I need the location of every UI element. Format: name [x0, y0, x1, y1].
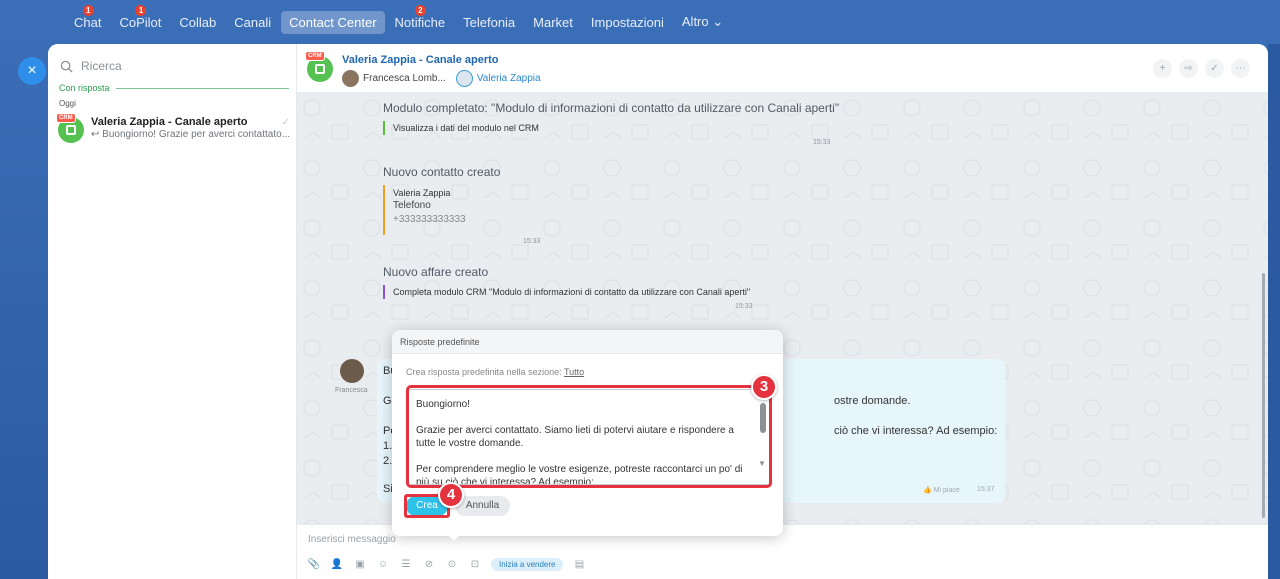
nav-chat[interactable]: Chat 1 [66, 4, 109, 34]
nav-copilot[interactable]: CoPilot 1 [111, 4, 169, 34]
user-avatar[interactable] [455, 69, 473, 87]
form-link[interactable]: Visualizza i dati del modulo nel CRM [393, 123, 539, 133]
message-text: 2. [383, 455, 393, 467]
nav-contact-center[interactable]: Contact Center [281, 10, 385, 34]
header-avatar: CRM [305, 51, 333, 82]
accent-bar [383, 185, 385, 235]
nav-canali[interactable]: Canali [226, 11, 279, 34]
message-time: 15:33 [735, 303, 753, 310]
contact-icon[interactable]: 👤 [330, 559, 344, 570]
nav-collab[interactable]: Collab [171, 11, 224, 34]
chat-preview: ↩ Buongiorno! Grazie per averci contatta… [91, 129, 291, 140]
message-time: 15:33 [813, 139, 831, 146]
participant-name[interactable]: Valeria Zappia [477, 73, 541, 84]
deal-description[interactable]: Completa modulo CRM "Modulo di informazi… [393, 287, 750, 297]
crm-tag: CRM [305, 51, 325, 61]
message-time: 15:33 [523, 238, 541, 245]
field-label: Telefono [393, 200, 431, 211]
day-label: Oggi [59, 99, 76, 108]
highlight-box-textarea [406, 385, 772, 488]
message-title: Modulo completato: "Modulo di informazio… [383, 101, 840, 115]
template-icon[interactable]: ☰ [399, 559, 413, 570]
search-placeholder: Ricerca [81, 59, 122, 73]
section-divider [115, 87, 289, 89]
system-message-contact: Nuovo contatto creato Valeria Zappia Tel… [383, 165, 583, 265]
step-badge-3: 3 [751, 374, 777, 400]
popup-desc-text: Crea risposta predefinita nella sezione: [406, 367, 562, 377]
user-avatar[interactable] [342, 69, 359, 87]
document-icon[interactable]: ⊡ [468, 559, 482, 570]
crm-tag: CRM [56, 113, 76, 123]
field-value: +333333333333 [393, 214, 466, 225]
chat-header: CRM Valeria Zappia - Canale aperto Franc… [297, 44, 1268, 93]
hide-icon[interactable]: ⊘ [422, 559, 436, 570]
step-badge-4: 4 [438, 482, 464, 508]
search-icon [60, 60, 73, 73]
read-check-icon: ✓ [281, 117, 290, 128]
section-label: Con risposta [59, 83, 110, 93]
contact-name[interactable]: Valeria Zappia [393, 188, 450, 198]
message-text: ciò che vi interessa? Ad esempio: [834, 425, 998, 437]
section-link[interactable]: Tutto [564, 367, 584, 377]
nav-notifiche[interactable]: Notifiche 2 [387, 4, 454, 34]
add-icon[interactable]: + [1153, 59, 1172, 78]
close-icon[interactable]: × [18, 57, 46, 85]
author-name: Francesca [335, 387, 368, 394]
system-message-deal: Nuovo affare creato Completa modulo CRM … [383, 265, 803, 325]
accent-bar [383, 285, 385, 299]
chat-list-item[interactable]: CRM Valeria Zappia - Canale aperto ↩ Buo… [56, 112, 294, 144]
chat-sidebar: Ricerca Con risposta Oggi CRM Valeria Za… [48, 44, 297, 579]
chat-badge: 1 [82, 4, 94, 16]
more-icon[interactable]: ⋯ [1231, 59, 1250, 78]
openline-icon [66, 125, 76, 135]
header-actions: + ⇨ ✓ ⋯ [1153, 59, 1250, 78]
forward-icon[interactable]: ⇨ [1179, 59, 1198, 78]
right-edge [1268, 44, 1280, 579]
attach-icon[interactable]: 📎 [307, 559, 321, 570]
payment-icon[interactable]: ⊙ [445, 559, 459, 570]
form-icon[interactable]: ▣ [353, 559, 367, 570]
popup-tail [448, 535, 460, 541]
notifiche-badge: 2 [414, 4, 426, 16]
participant-name[interactable]: Francesca Lomb... [363, 73, 446, 84]
search-input[interactable]: Ricerca [60, 55, 290, 77]
nav-label: Notifiche [394, 14, 446, 30]
nav-telefonia[interactable]: Telefonia [455, 11, 523, 34]
message-text: ostre domande. [834, 395, 911, 407]
popup-title: Risposte predefinite [392, 330, 783, 354]
message-input[interactable]: Inserisci messaggio [308, 534, 396, 545]
participants: Francesca Lomb... Valeria Zappia [342, 69, 541, 87]
top-navigation: Chat 1 CoPilot 1 Collab Canali Contact Cen… [0, 0, 1280, 44]
like-button[interactable]: 👍 Mi piace [923, 486, 960, 494]
user-avatar[interactable] [340, 359, 364, 383]
nav-label: Chat [74, 14, 102, 30]
nav-altro[interactable]: Altro ⌄ [674, 10, 731, 34]
start-selling-button[interactable]: Inizia a vendere [491, 558, 564, 571]
input-toolbar: 📎 👤 ▣ ☺ ☰ ⊘ ⊙ ⊡ Inizia a vendere ▤ [307, 558, 586, 571]
nav-impostazioni[interactable]: Impostazioni [583, 11, 672, 34]
message-title: Nuovo contatto creato [383, 165, 501, 179]
more-tools-icon[interactable]: ▤ [572, 559, 586, 570]
message-time: 15:37 [977, 486, 995, 493]
finish-icon[interactable]: ✓ [1205, 59, 1224, 78]
popup-description: Crea risposta predefinita nella sezione:… [406, 367, 584, 377]
message-text: 1. [383, 440, 393, 452]
openline-icon [315, 64, 325, 74]
copilot-badge: 1 [135, 4, 147, 16]
section-header: Con risposta [59, 83, 289, 93]
emoji-icon[interactable]: ☺ [376, 559, 390, 570]
chat-avatar: CRM [56, 113, 84, 143]
message-title: Nuovo affare creato [383, 265, 489, 279]
chat-title[interactable]: Valeria Zappia - Canale aperto [342, 54, 499, 66]
accent-bar [383, 121, 385, 135]
nav-label: CoPilot [119, 14, 162, 30]
system-message-form: Modulo completato: "Modulo di informazio… [383, 101, 843, 149]
nav-market[interactable]: Market [525, 11, 581, 34]
chat-title: Valeria Zappia - Canale aperto [91, 116, 248, 128]
scrollbar[interactable] [1262, 273, 1265, 518]
